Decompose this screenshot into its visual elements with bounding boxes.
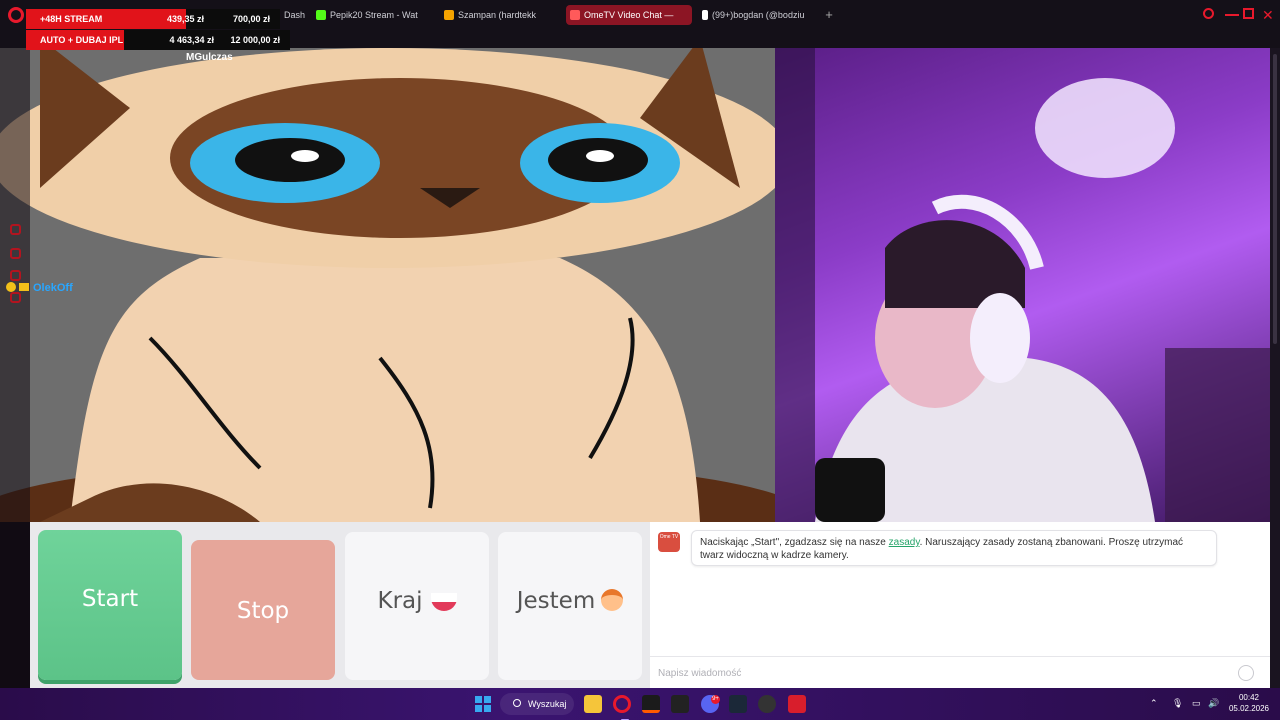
donation-goal-auto: AUTO + DUBAJ IPL 4 463,34 zł 12 000,00 z… (26, 30, 290, 50)
tab-ometv[interactable]: OmeTV Video Chat — (566, 5, 692, 25)
gender-select-button[interactable]: Jestem (498, 532, 642, 680)
new-tab-button[interactable]: + (822, 8, 836, 22)
streamer-camera-image (775, 48, 1270, 522)
page-scrollbar[interactable] (1270, 48, 1280, 688)
ometv-controls: Start Stop Kraj Jestem (30, 522, 650, 688)
opera-gx-taskbar-icon[interactable] (613, 695, 631, 720)
ometv-logo-icon: Ome TV (658, 532, 680, 552)
rules-notice: Naciskając „Start", zgadzasz się na nasz… (691, 530, 1217, 566)
taskbar-clock[interactable]: 00:42 05.02.2026 (1226, 692, 1272, 714)
start-button[interactable]: Start (38, 530, 182, 680)
tab-dash[interactable]: Dash (280, 5, 306, 25)
tab-tiktok[interactable]: (99+)bogdan (@bodziu (698, 5, 818, 25)
ometv-icon (570, 10, 580, 20)
rank-badge-icon (6, 282, 16, 292)
screen: Dash Pepik20 Stream - Wat Szampan (hardt… (0, 0, 1280, 720)
top-donor-name: MGulczas (186, 52, 233, 63)
crown-icon (19, 283, 29, 291)
windows-start-icon[interactable] (475, 696, 491, 712)
goal-current: 4 463,34 zł (169, 35, 214, 45)
file-explorer-icon[interactable] (584, 695, 602, 713)
message-input[interactable]: Napisz wiadomość (650, 656, 1270, 688)
donation-goal-48h: +48H STREAM 439,35 zł 700,00 zł (26, 9, 280, 29)
microphone-icon[interactable]: 🎙 (1172, 698, 1183, 710)
ometv-chat-panel: Ome TV Naciskając „Start", zgadzasz się … (650, 522, 1270, 688)
tab-label: Szampan (hardtekk (458, 10, 537, 20)
opera-gx-logo-icon[interactable] (8, 7, 24, 23)
messenger-sidebar-icon[interactable] (10, 270, 21, 281)
tab-search-icon[interactable] (1203, 8, 1214, 19)
clock-time: 00:42 (1238, 693, 1260, 702)
scrollbar-thumb[interactable] (1273, 54, 1277, 344)
discord-notification-badge: 9+ (711, 695, 720, 704)
kick-icon (316, 10, 326, 20)
partner-video-feed (0, 48, 775, 522)
message-placeholder: Napisz wiadomość (658, 668, 742, 679)
flag-poland-icon (430, 593, 457, 611)
epic-games-icon[interactable] (671, 695, 689, 713)
goal-target: 700,00 zł (232, 14, 270, 24)
tab-label: (99+)bogdan (@bodziu (712, 10, 805, 20)
clock-date: 05.02.2026 (1228, 704, 1270, 713)
goal-target: 12 000,00 zł (230, 35, 280, 45)
rules-link[interactable]: zasady (889, 537, 920, 548)
taskbar-search[interactable]: Wyszukaj (500, 693, 574, 715)
search-icon (513, 699, 521, 707)
own-camera-feed (775, 48, 1270, 522)
tab-label: Pepik20 Stream - Wat (330, 10, 418, 20)
twitch-sidebar-icon[interactable] (10, 248, 21, 259)
minimize-button[interactable] (1225, 14, 1239, 16)
start-label: Start (81, 586, 139, 612)
voice-app-icon[interactable] (788, 695, 806, 713)
maximize-button[interactable] (1243, 8, 1254, 19)
tiktok-icon (702, 10, 708, 20)
goal-label: +48H STREAM (40, 14, 103, 24)
close-button[interactable]: ✕ (1262, 8, 1276, 22)
siamese-cat-image (0, 48, 775, 522)
volume-icon[interactable]: 🔊 (1208, 698, 1219, 710)
steam-icon[interactable] (729, 695, 747, 713)
tab-label: OmeTV Video Chat — (584, 10, 674, 20)
tab-szampan[interactable]: Szampan (hardtekk (440, 5, 558, 25)
browser-sidebar: GX ••• (0, 48, 30, 706)
goal-label: AUTO + DUBAJ IPL (40, 35, 124, 45)
gender-label: Jestem (516, 588, 596, 614)
goal-current: 439,35 zł (166, 14, 204, 24)
youtube-icon (444, 10, 454, 20)
notice-text-before: Naciskając „Start", zgadzasz się na nasz… (700, 537, 889, 548)
network-icon[interactable]: ▭ (1192, 698, 1201, 710)
tab-pepik20[interactable]: Pepik20 Stream - Wat (312, 5, 434, 25)
chat-username: OlekOff (33, 282, 73, 294)
windows-taskbar: Wyszukaj (0, 688, 1280, 720)
tray-chevron-icon[interactable]: ⌃ (1150, 698, 1158, 710)
country-label: Kraj (377, 588, 423, 614)
chat-user-tag: OlekOff (6, 282, 73, 294)
stop-button[interactable]: Stop (191, 540, 335, 680)
pycharm-icon[interactable] (642, 695, 660, 713)
country-select-button[interactable]: Kraj (345, 532, 489, 680)
obs-icon[interactable] (758, 695, 776, 713)
stop-label: Stop (236, 598, 290, 624)
boy-icon (601, 589, 624, 611)
gx-control-icon[interactable] (10, 224, 21, 235)
emoji-icon[interactable] (1238, 665, 1254, 681)
chat-messages: Ome TV Naciskając „Start", zgadzasz się … (650, 522, 1270, 656)
